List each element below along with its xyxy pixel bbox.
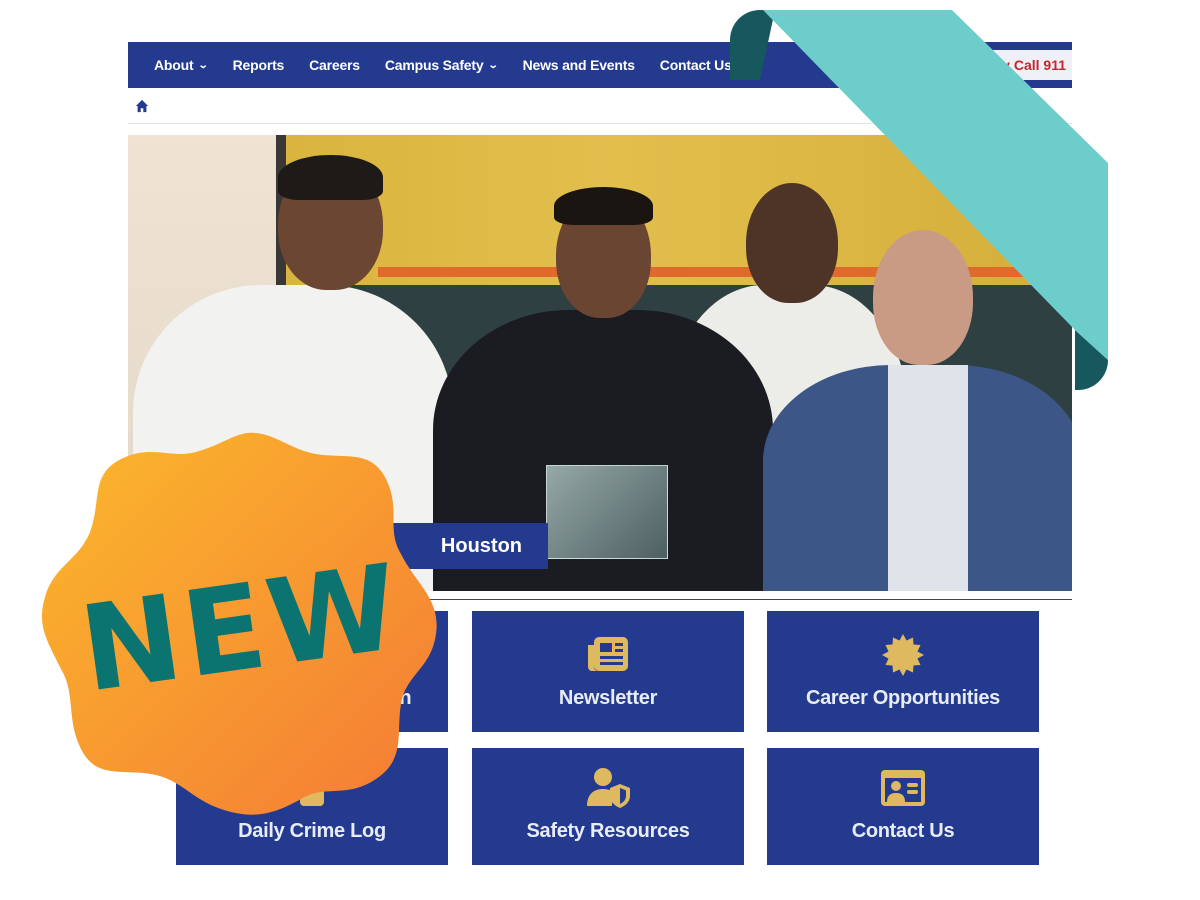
- tile-label: Career Opportunities: [805, 687, 1001, 709]
- home-icon[interactable]: [135, 99, 149, 113]
- main-navigation: About ⌄ Reports Careers Campus Safety ⌄ …: [128, 42, 1072, 88]
- newspaper-icon: [588, 637, 628, 671]
- chevron-down-icon: ⌄: [488, 59, 499, 71]
- ribbon-dark-bottom: [1075, 330, 1108, 390]
- chevron-down-icon: ⌄: [198, 59, 209, 71]
- tile-label: Daily Crime Log: [238, 820, 386, 842]
- tile-label: Safety Resources: [526, 820, 690, 842]
- nav-item-label: Careers: [309, 57, 360, 73]
- id-card-icon: [881, 770, 925, 806]
- tile-contact-us[interactable]: Contact Us: [767, 748, 1039, 865]
- tile-career-opportunities[interactable]: Career Opportunities: [767, 611, 1039, 732]
- nav-item-label: Campus Safety: [384, 57, 484, 73]
- glass-award: [546, 465, 668, 559]
- nav-item-campus-safety[interactable]: Campus Safety ⌄: [384, 57, 499, 73]
- tile-label: Newsletter: [558, 687, 658, 709]
- nav-item-label: About: [154, 57, 194, 73]
- tile-label: Contact Us: [851, 820, 955, 842]
- nav-item-label: Contact Us: [659, 57, 732, 73]
- nav-item-contact-us[interactable]: Contact Us: [660, 57, 732, 73]
- nav-item-label: News and Events: [522, 57, 635, 73]
- nav-item-label: Reports: [232, 57, 285, 73]
- badge-star-icon: [882, 634, 924, 676]
- tile-safety-resources[interactable]: Safety Resources: [472, 748, 744, 865]
- nav-item-news-and-events[interactable]: News and Events: [523, 57, 635, 73]
- emergency-call-link[interactable]: Emergency Call 911: [842, 50, 1072, 80]
- user-shield-icon: [587, 768, 630, 808]
- nav-item-about[interactable]: About ⌄: [154, 57, 209, 73]
- breadcrumb: [128, 88, 1072, 124]
- new-badge: NEW: [41, 432, 437, 815]
- tile-newsletter[interactable]: Newsletter: [472, 611, 744, 732]
- nav-item-reports[interactable]: Reports: [233, 57, 285, 73]
- nav-list: About ⌄ Reports Careers Campus Safety ⌄ …: [154, 57, 757, 73]
- nav-item-careers[interactable]: Careers: [309, 57, 360, 73]
